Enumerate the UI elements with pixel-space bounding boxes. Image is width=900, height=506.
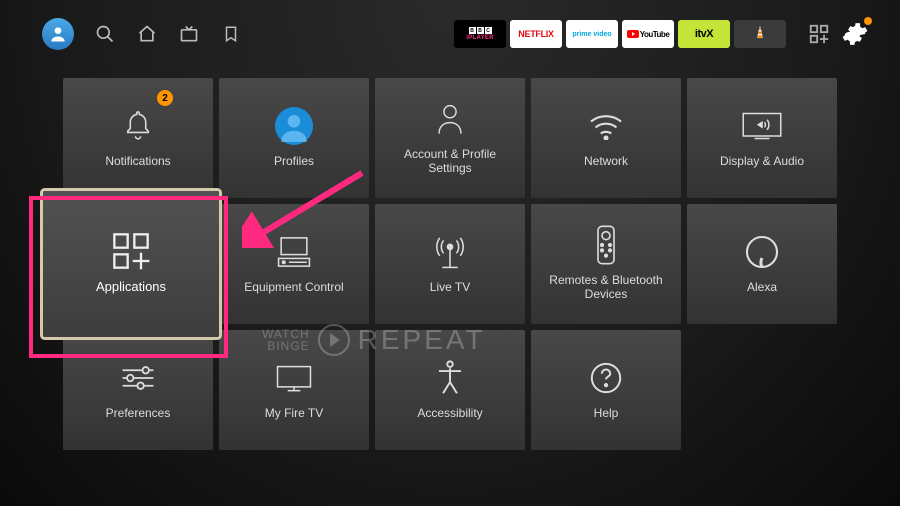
tile-accessibility[interactable]: Accessibility bbox=[375, 330, 525, 450]
tile-my-fire-tv[interactable]: My Fire TV bbox=[219, 330, 369, 450]
bookmark-icon[interactable] bbox=[220, 23, 242, 45]
tile-help[interactable]: Help bbox=[531, 330, 681, 450]
app-shortcuts-row: BBC iPLAYER NETFLIX prime video YouTube … bbox=[454, 20, 786, 48]
tile-live-tv[interactable]: Live TV bbox=[375, 204, 525, 324]
app-prime-video[interactable]: prime video bbox=[566, 20, 618, 48]
app-youtube[interactable]: YouTube bbox=[622, 20, 674, 48]
app-itvx[interactable]: itvX bbox=[678, 20, 730, 48]
help-icon bbox=[589, 360, 623, 396]
display-icon bbox=[742, 108, 782, 144]
tile-network[interactable]: Network bbox=[531, 78, 681, 198]
bell-icon bbox=[122, 108, 154, 144]
notification-dot-icon bbox=[864, 17, 872, 25]
accessibility-icon bbox=[435, 360, 465, 396]
tile-remotes-bluetooth[interactable]: Remotes & Bluetooth Devices bbox=[531, 204, 681, 324]
app-bbc-iplayer[interactable]: BBC iPLAYER bbox=[454, 20, 506, 48]
antenna-icon bbox=[434, 234, 466, 270]
settings-button[interactable] bbox=[840, 19, 870, 49]
apps-grid-icon[interactable] bbox=[808, 23, 830, 45]
tile-equipment-control[interactable]: Equipment Control bbox=[219, 204, 369, 324]
tile-alexa[interactable]: Alexa bbox=[687, 204, 837, 324]
tile-preferences[interactable]: Preferences bbox=[63, 330, 213, 450]
home-icon[interactable] bbox=[136, 23, 158, 45]
tile-notifications[interactable]: 2 Notifications bbox=[63, 78, 213, 198]
topbar-right-group bbox=[808, 19, 870, 49]
live-tv-icon[interactable] bbox=[178, 23, 200, 45]
tv-icon bbox=[275, 360, 313, 396]
sliders-icon bbox=[120, 360, 156, 396]
remote-icon bbox=[596, 227, 616, 263]
wifi-icon bbox=[588, 108, 624, 144]
notifications-badge: 2 bbox=[157, 90, 173, 106]
tile-account-profile-settings[interactable]: Account & Profile Settings bbox=[375, 78, 525, 198]
tile-display-audio[interactable]: Display & Audio bbox=[687, 78, 837, 198]
alexa-icon bbox=[744, 234, 780, 270]
profile-button[interactable] bbox=[42, 18, 74, 50]
equipment-icon bbox=[276, 234, 312, 270]
tile-applications[interactable]: Applications bbox=[43, 191, 219, 337]
settings-grid: 2 Notifications Profiles Account & Profi… bbox=[0, 60, 900, 450]
topbar-left-group bbox=[42, 18, 242, 50]
app-netflix[interactable]: NETFLIX bbox=[510, 20, 562, 48]
top-navigation-bar: BBC iPLAYER NETFLIX prime video YouTube … bbox=[0, 0, 900, 60]
app-vlc[interactable] bbox=[734, 20, 786, 48]
apps-icon bbox=[111, 233, 151, 269]
profile-avatar-icon bbox=[275, 108, 313, 144]
tile-profiles[interactable]: Profiles bbox=[219, 78, 369, 198]
person-icon bbox=[435, 101, 465, 137]
search-icon[interactable] bbox=[94, 23, 116, 45]
